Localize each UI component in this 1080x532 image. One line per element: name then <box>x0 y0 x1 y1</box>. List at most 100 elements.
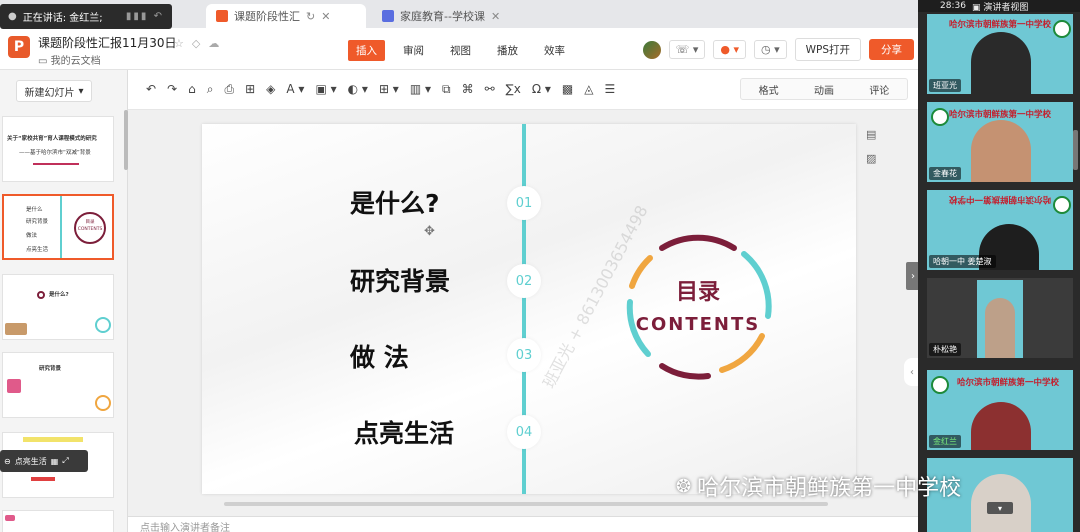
share-button[interactable]: 分享 <box>869 39 914 60</box>
speaking-label: 正在讲话: 金红兰; <box>22 13 103 24</box>
speaking-indicator: ● 正在讲话: 金红兰; ▮▮▮ ↶ <box>0 4 172 29</box>
menu-play[interactable]: 播放 <box>489 40 526 61</box>
tab-animation[interactable]: 动画 <box>796 79 851 99</box>
tab-report[interactable]: 课题阶段性汇 ↻ ✕ <box>206 4 366 28</box>
thumb-item: 点亮生活 <box>26 247 49 253</box>
doc-icon <box>382 10 394 22</box>
document-header: P 课题阶段性汇报11月30日 ▭ 我的云文档 ☆◇☁ 插入 审阅 视图 播放 … <box>0 28 918 70</box>
thumb-highlight <box>23 437 83 442</box>
textbox-icon[interactable]: A ▾ <box>286 82 304 97</box>
undo-icon[interactable]: ↶ <box>146 82 156 97</box>
search-icon[interactable]: ⌕ <box>207 82 214 97</box>
slide-canvas: 是什么? 01 研究背景 02 做 法 03 点亮生活 04 ✥ 班亚光 + 8… <box>128 110 918 516</box>
print-icon[interactable]: ⎙ <box>224 82 234 97</box>
tab-comment[interactable]: 评论 <box>852 79 907 99</box>
chevron-down-icon[interactable]: ▾ <box>987 502 1013 514</box>
slide-thumbnail-1[interactable]: 关于“家校共育”育人课程模式的研究 ——基于哈尔滨市“双减”背景 <box>2 116 114 182</box>
cloud-icon[interactable]: ☁ <box>208 37 227 50</box>
participant-video <box>971 32 1031 94</box>
wechat-label: 哈尔滨市朝鲜族第一中学校 <box>697 476 962 501</box>
grid-icon[interactable]: ▦ <box>51 457 59 466</box>
contents-subtitle: CONTENTS <box>635 314 761 335</box>
tab-format[interactable]: 格式 <box>741 79 796 99</box>
qrcode-icon[interactable]: ▩ <box>562 82 573 97</box>
thumb-item: 是什么 <box>26 207 43 213</box>
school-emblem-icon <box>1053 20 1071 38</box>
participant-scrollbar[interactable] <box>1073 130 1078 170</box>
formula-icon[interactable]: ∑x <box>506 82 521 97</box>
new-slide-button[interactable]: 新建幻灯片 ▾ <box>16 80 92 102</box>
thumb-ring <box>95 395 111 411</box>
slide-thumbnail-2[interactable]: 是什么 研究背景 做法 点亮生活 目录 CONTENTS <box>2 194 114 260</box>
menu-view[interactable]: 视图 <box>442 40 479 61</box>
layout-icon[interactable]: ⊞ <box>245 82 255 97</box>
tab-family-education[interactable]: 家庭教育--学校课 ✕ <box>372 4 522 28</box>
shapes-icon[interactable]: ◐ ▾ <box>348 82 368 97</box>
document-title[interactable]: 课题阶段性汇报11月30日 <box>38 34 177 51</box>
slide-thumbnail-panel: 新建幻灯片 ▾ 关于“家校共育”育人课程模式的研究 ——基于哈尔滨市“双减”背景… <box>0 70 128 532</box>
canvas-hscrollbar[interactable] <box>224 502 828 506</box>
presenter-view-label: 演讲者视图 <box>983 2 1029 13</box>
more-icon[interactable]: ☰ <box>604 82 615 97</box>
thumb-divider <box>60 196 62 258</box>
participant-tile[interactable]: 哈尔滨市朝鲜族第一中学校 金春花 <box>927 102 1073 182</box>
participant-tile[interactable]: 朴松艳 <box>927 278 1073 358</box>
play-icon[interactable]: ● ▾ <box>713 40 746 59</box>
slide-thumbnail-3[interactable]: 是什么? <box>2 274 114 340</box>
side-panel-tabs: 格式 动画 评论 <box>740 78 908 100</box>
thumb-item: 研究背景 <box>26 219 49 225</box>
ring-arcs-icon <box>626 234 772 380</box>
mindmap-icon[interactable]: ⌘ <box>462 82 474 97</box>
link-icon[interactable]: ⚯ <box>485 82 495 97</box>
participant-name: 班亚光 <box>929 79 961 92</box>
flowchart-icon[interactable]: ⧉ <box>442 82 451 97</box>
participant-name: 哈朝一中 姜楚淑 <box>929 255 996 268</box>
editing-toolbar: ↶ ↷ ⌂ ⌕ ⎙ ⊞ ◈ A ▾ ▣ ▾ ◐ ▾ ⊞ ▾ ▥ ▾ ⧉ ⌘ ⚯ … <box>128 70 918 110</box>
close-icon[interactable]: ✕ <box>491 10 500 23</box>
star-icon[interactable]: ☆ <box>174 37 192 50</box>
participant-tile[interactable]: 哈尔滨市朝鲜族第一中学校 哈朝一中 姜楚淑 <box>927 190 1073 270</box>
symbol-icon[interactable]: Ω ▾ <box>532 82 551 97</box>
slide-thumbnail-4[interactable]: 研究背景 <box>2 352 114 418</box>
user-avatar[interactable] <box>642 40 661 59</box>
participant-name: 朴松艳 <box>929 343 961 356</box>
reload-icon[interactable]: ↻ <box>306 10 315 23</box>
ribbon-menu: 插入 审阅 视图 播放 效率 <box>348 40 573 61</box>
minus-icon[interactable]: ⊖ <box>4 457 11 466</box>
chevron-down-icon: ▾ <box>78 85 84 97</box>
menu-review[interactable]: 审阅 <box>395 40 432 61</box>
table-icon[interactable]: ⊞ ▾ <box>379 82 399 97</box>
image-icon[interactable]: ▣ ▾ <box>315 82 336 97</box>
contents-number-3: 03 <box>507 338 541 372</box>
wps-open-button[interactable]: WPS打开 <box>794 38 861 61</box>
menu-insert[interactable]: 插入 <box>348 40 385 61</box>
current-slide[interactable]: 是什么? 01 研究背景 02 做 法 03 点亮生活 04 ✥ 班亚光 + 8… <box>202 124 856 494</box>
close-icon[interactable]: ✕ <box>321 10 330 23</box>
floating-play-toolbar[interactable]: ⊖ 点亮生活 ▦ ⤢ <box>0 450 88 472</box>
history-icon[interactable]: ◷ ▾ <box>753 40 787 59</box>
video-topbar: 28:36 ▣ 演讲者视图 <box>918 0 1080 13</box>
collaborate-icon[interactable]: ☏ ▾ <box>668 40 706 59</box>
presenter-view-toggle[interactable]: ▣ 演讲者视图 <box>972 0 1028 13</box>
chart-icon[interactable]: ▥ ▾ <box>410 82 431 97</box>
grid-toggle-icon[interactable]: ▨ <box>866 152 876 165</box>
format-painter-icon[interactable]: ⌂ <box>188 82 196 97</box>
participant-tile[interactable]: 哈尔滨市朝鲜族第一中学校 金红兰 <box>927 370 1073 450</box>
slide-thumbnail-6[interactable] <box>2 510 114 532</box>
tag-icon[interactable]: ◇ <box>192 37 208 50</box>
redo-icon[interactable]: ↷ <box>167 82 177 97</box>
speaker-notes[interactable]: 点击输入演讲者备注 <box>128 516 918 532</box>
contents-item-4: 点亮生活 <box>354 419 455 448</box>
watermark-icon[interactable]: ◬ <box>584 82 593 97</box>
shape-fill-icon[interactable]: ◈ <box>266 82 275 97</box>
participant-tile[interactable]: 哈尔滨市朝鲜族第一中学校 班亚光 <box>927 14 1073 94</box>
contents-item-3: 做 法 <box>350 343 409 372</box>
school-banner: 哈尔滨市朝鲜族第一中学校 <box>956 378 1059 388</box>
panel-toggle-icon[interactable]: ▤ <box>866 128 876 141</box>
thumb-ring <box>95 317 111 333</box>
fullscreen-icon[interactable]: ⤢ <box>62 456 68 466</box>
school-emblem-icon <box>931 376 949 394</box>
menu-efficiency[interactable]: 效率 <box>536 40 573 61</box>
thumb-title: 是什么? <box>49 292 69 298</box>
cloud-doc-location[interactable]: ▭ 我的云文档 <box>38 52 101 67</box>
